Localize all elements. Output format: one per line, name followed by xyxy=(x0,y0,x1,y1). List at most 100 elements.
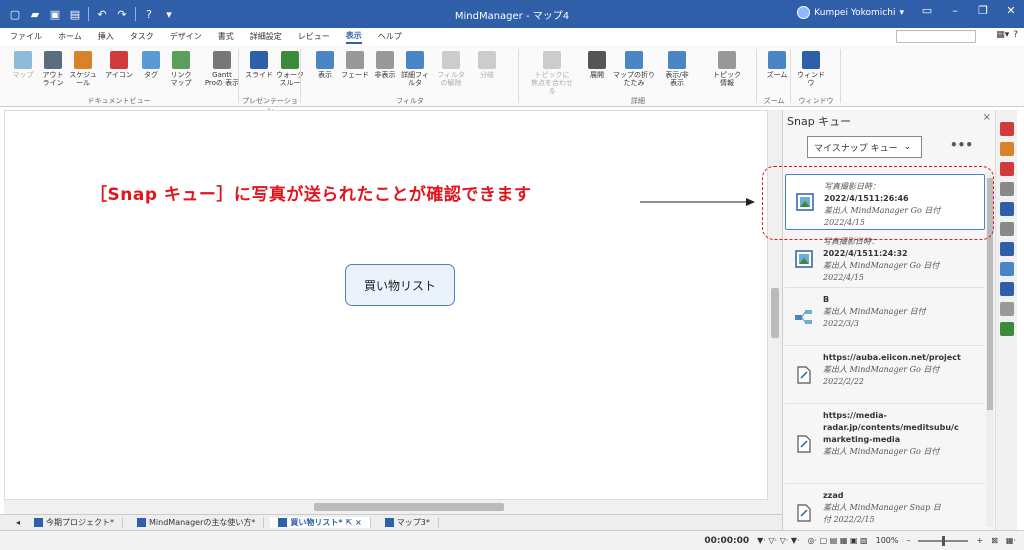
divider xyxy=(790,49,791,103)
calendar-icon[interactable] xyxy=(1000,142,1014,156)
tab-3[interactable]: タスク xyxy=(130,31,154,42)
zoom-in-icon[interactable]: + xyxy=(976,536,983,545)
ribbon-button-20[interactable]: ズーム xyxy=(762,51,792,79)
minimize-icon[interactable]: – xyxy=(946,4,964,17)
close-icon[interactable]: × xyxy=(983,112,991,123)
ribbon-button-icon xyxy=(442,51,460,69)
scroll-thumb[interactable] xyxy=(771,288,779,338)
ribbon-button-icon xyxy=(625,51,643,69)
print-icon[interactable]: ▤ xyxy=(68,7,82,21)
timer[interactable]: 00:00:00 xyxy=(704,536,749,546)
tab-1[interactable]: ホーム xyxy=(58,31,82,42)
tab-7[interactable]: レビュー xyxy=(298,31,330,42)
zoom-out-icon[interactable]: – xyxy=(906,536,910,545)
tab-8[interactable]: 表示 xyxy=(345,30,362,44)
tab-5[interactable]: 書式 xyxy=(218,31,234,42)
clipboard-icon[interactable] xyxy=(1000,262,1014,276)
library-icon[interactable] xyxy=(1000,202,1014,216)
ribbon-button-5[interactable]: リンク マップ xyxy=(166,51,196,87)
document-tab[interactable]: マップ3* xyxy=(377,517,439,528)
ribbon-button-3[interactable]: アイコン xyxy=(104,51,134,79)
ribbon-display-icon[interactable]: ▭ xyxy=(918,4,936,17)
outlook-mail-icon[interactable] xyxy=(1000,282,1014,296)
snap-item[interactable]: zzad 差出人 MindManager Snap 日付 2022/2/15 xyxy=(785,484,985,530)
tab-0[interactable]: ファイル xyxy=(10,31,42,42)
ribbon-button-7[interactable]: スライド xyxy=(244,51,274,79)
ribbon-button-9[interactable]: 表示 xyxy=(310,51,340,79)
tab-9[interactable]: ヘルプ xyxy=(378,31,402,42)
restore-icon[interactable]: ❐ xyxy=(974,4,992,17)
ribbon-button-21[interactable]: ウィンドウ xyxy=(796,51,826,87)
ribbon-button-14[interactable]: 分岐 xyxy=(472,51,502,79)
canvas-horizontal-scrollbar[interactable] xyxy=(4,500,768,514)
fit-icon[interactable]: ⊠ xyxy=(991,536,998,545)
ribbon-button-0[interactable]: マップ xyxy=(8,51,38,79)
open-folder-icon[interactable]: ▰ xyxy=(28,7,42,21)
outlook-icon[interactable] xyxy=(1000,242,1014,256)
ribbon-button-11[interactable]: 非表示 xyxy=(370,51,400,79)
ribbon-button-icon xyxy=(406,51,424,69)
close-icon[interactable]: ✕ xyxy=(1002,4,1020,17)
annotation-text: ［Snap キュー］に写真が送られたことが確認できます xyxy=(90,185,532,205)
ribbon-group-label: ズーム xyxy=(763,97,785,105)
document-tab[interactable]: 今期プロジェクト* xyxy=(26,517,124,528)
ribbon-button-4[interactable]: タグ xyxy=(136,51,166,79)
quick-access-toolbar: ▢ ▰ ▣ ▤ ↶ ↷ ? ▾ xyxy=(0,7,176,21)
scroll-thumb[interactable] xyxy=(314,503,504,511)
document-tab[interactable]: MindManagerの主な使い方* xyxy=(129,517,265,528)
ribbon-button-label: 展開 xyxy=(590,71,604,79)
redo-icon[interactable]: ↷ xyxy=(115,7,129,21)
tab-2[interactable]: 挿入 xyxy=(98,31,114,42)
ribbon-button-17[interactable]: マップの折りたたみ xyxy=(612,51,656,87)
snap-item-meta: 差出人 MindManager 日付 xyxy=(823,307,926,316)
snap-item-line: zzad xyxy=(823,491,844,500)
snap-item-date: 2022/3/3 xyxy=(823,319,859,328)
view-icons[interactable]: ◎· ▢ ▤ ▦ ▣ ▧ xyxy=(808,536,868,545)
queue-dropdown[interactable]: マイスナップ キュー ⌄ xyxy=(807,136,922,158)
close-tab-icon[interactable]: ⇱ × xyxy=(346,518,362,527)
tab-4[interactable]: デザイン xyxy=(170,31,202,42)
excel-icon[interactable] xyxy=(1000,322,1014,336)
document-tab[interactable]: 買い物リスト* ⇱ × xyxy=(270,517,371,528)
ribbon-button-2[interactable]: スケジュール xyxy=(68,51,98,87)
undo-icon[interactable]: ↶ xyxy=(95,7,109,21)
snap-item[interactable]: B 差出人 MindManager 日付 2022/3/3 xyxy=(785,288,985,346)
ribbon-button-label: マップ xyxy=(12,71,34,79)
search-icon[interactable] xyxy=(1000,222,1014,236)
share-icon[interactable] xyxy=(1000,182,1014,196)
snap-item[interactable]: https://media-radar.jp/contents/meditsub… xyxy=(785,404,985,484)
help-icon[interactable]: ? xyxy=(1013,30,1018,40)
snap-item[interactable]: https://auba.eiicon.net/project 差出人 MindM… xyxy=(785,346,985,404)
new-file-icon[interactable]: ▢ xyxy=(8,7,22,21)
tab-scroll-left-icon[interactable]: ◂ xyxy=(16,518,20,527)
ribbon-button-13[interactable]: フィルタの解除 xyxy=(436,51,466,87)
layout-icon[interactable]: ▦▾ xyxy=(996,30,1009,40)
zoom-slider[interactable] xyxy=(918,535,969,546)
globe-icon[interactable] xyxy=(1000,302,1014,316)
user-account[interactable]: Kumpei Yokomichi ▾ xyxy=(797,6,904,19)
ribbon-button-label: 表示 xyxy=(318,71,332,79)
tab-6[interactable]: 詳細設定 xyxy=(250,31,282,42)
central-topic[interactable]: 買い物リスト xyxy=(345,264,455,306)
map-document-icon xyxy=(384,518,394,527)
ribbon-button-15[interactable]: トピックに 焦点を合わせる xyxy=(530,51,574,95)
ribbon-button-16[interactable]: 展開 xyxy=(582,51,612,79)
ribbon-button-label: トピック情報 xyxy=(713,71,741,87)
ribbon-button-label: スケジュール xyxy=(69,71,97,87)
snap-item-line: radar.jp/contents/meditsubu/c xyxy=(823,423,959,432)
ribbon-button-1[interactable]: アウト ライン xyxy=(38,51,68,87)
save-icon[interactable]: ▣ xyxy=(48,7,62,21)
task-icon[interactable] xyxy=(1000,122,1014,136)
ribbon-button-18[interactable]: 表示/非表示 xyxy=(662,51,692,87)
ribbon-button-19[interactable]: トピック情報 xyxy=(712,51,742,87)
map-document-icon xyxy=(137,518,147,527)
ribbon-button-10[interactable]: フェード xyxy=(340,51,370,79)
ribbon-button-12[interactable]: 詳細フィルタ xyxy=(400,51,430,87)
search-input[interactable] xyxy=(896,30,976,43)
help-icon[interactable]: ? xyxy=(142,7,156,21)
gift-icon[interactable] xyxy=(1000,162,1014,176)
more-options-icon[interactable]: ••• xyxy=(950,138,973,152)
customize-toolbar-icon[interactable]: ▾ xyxy=(162,7,176,21)
display-options-icon[interactable]: ▦· xyxy=(1006,536,1016,545)
filter-icon[interactable]: ▼· ▽· ▽· ▼· xyxy=(757,536,799,545)
